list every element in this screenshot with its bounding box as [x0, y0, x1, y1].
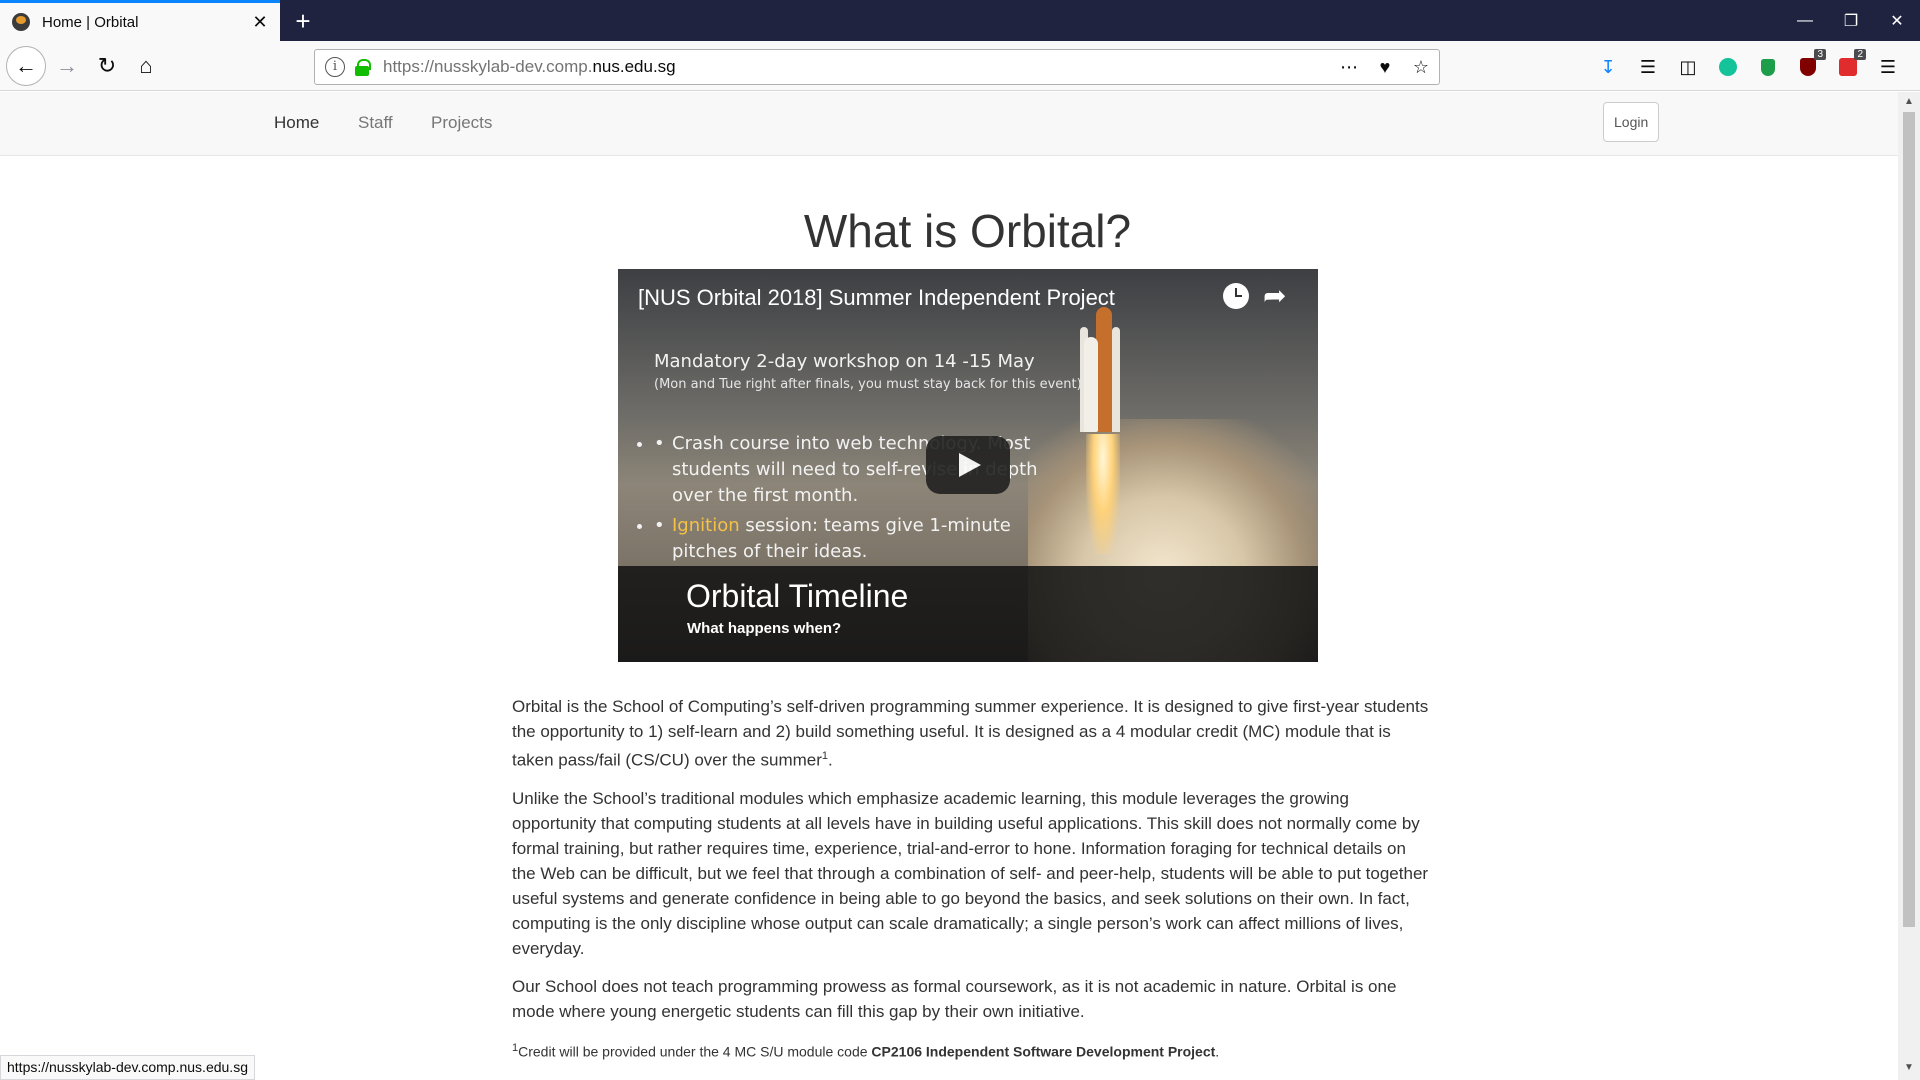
- browser-toolbar: ← → ↻ ⌂ i https://nusskylab-dev.comp.nus…: [0, 41, 1920, 91]
- slide-bullet: Crash course into web technology. Most s…: [654, 431, 1074, 509]
- video-title[interactable]: [NUS Orbital 2018] Summer Independent Pr…: [638, 285, 1115, 311]
- slide-bullets: Crash course into web technology. Most s…: [654, 431, 1074, 569]
- page-content: Orbital is the School of Computing’s sel…: [512, 694, 1430, 1061]
- paragraph-rationale: Unlike the School’s traditional modules …: [512, 788, 1429, 958]
- privacy-badger-icon[interactable]: [1748, 49, 1788, 85]
- url-text[interactable]: https://nusskylab-dev.comp.nus.edu.sg: [383, 57, 1331, 77]
- ublock-badge: 3: [1814, 49, 1826, 60]
- page-title: What is Orbital?: [803, 205, 1132, 257]
- paragraph-initiative: Our School does not teach programming pr…: [512, 976, 1397, 1021]
- extension-badge: 2: [1854, 49, 1866, 60]
- forward-arrow-icon[interactable]: →: [48, 47, 86, 85]
- back-arrow-icon[interactable]: ←: [6, 46, 46, 86]
- tab-close-icon[interactable]: ✕: [246, 12, 274, 33]
- page-viewport: Home Staff Projects Login What is Orbita…: [0, 92, 1898, 1080]
- scroll-up-arrow-icon[interactable]: ▲: [1904, 96, 1914, 107]
- page-actions-icon[interactable]: ⋯: [1331, 57, 1367, 78]
- reload-icon[interactable]: ↻: [88, 47, 126, 85]
- bookmark-star-icon[interactable]: ☆: [1403, 57, 1439, 78]
- scroll-down-arrow-icon[interactable]: ▼: [1904, 1062, 1914, 1073]
- footnote: 1Credit will be provided under the 4 MC …: [512, 1041, 1220, 1060]
- slide-bullet: Ignition session: teams give 1-minute pi…: [654, 513, 1074, 565]
- vertical-scrollbar[interactable]: ▲ ▼: [1898, 92, 1920, 1080]
- share-icon[interactable]: ➦: [1263, 279, 1286, 312]
- sidebar-icon[interactable]: ◫: [1668, 49, 1708, 85]
- home-icon[interactable]: ⌂: [127, 47, 165, 85]
- window-close-icon[interactable]: ✕: [1874, 0, 1920, 41]
- tab-bar: Home | Orbital ✕ + — ❐ ✕: [0, 0, 1920, 41]
- nav-staff[interactable]: Staff: [358, 113, 393, 133]
- site-navbar: Home Staff Projects Login: [0, 92, 1898, 156]
- new-tab-button[interactable]: +: [286, 4, 320, 38]
- hamburger-menu-icon[interactable]: ☰: [1868, 49, 1908, 85]
- slide-heading: Mandatory 2-day workshop on 14 -15 May: [654, 351, 1035, 372]
- band-subtitle: What happens when?: [687, 620, 842, 637]
- play-button-icon[interactable]: [926, 436, 1010, 494]
- nav-home[interactable]: Home: [274, 113, 319, 133]
- paragraph-intro: Orbital is the School of Computing’s sel…: [512, 697, 1429, 770]
- status-bar-url: https://nusskylab-dev.comp.nus.edu.sg: [0, 1055, 255, 1080]
- space-shuttle-image: [1080, 307, 1128, 437]
- band-title: Orbital Timeline: [686, 578, 909, 614]
- youtube-video-embed[interactable]: [NUS Orbital 2018] Summer Independent Pr…: [618, 269, 1318, 662]
- scrollbar-thumb[interactable]: [1903, 112, 1915, 927]
- rocket-flame: [1086, 434, 1120, 554]
- nav-projects[interactable]: Projects: [431, 113, 492, 133]
- browser-tab-active[interactable]: Home | Orbital ✕: [0, 0, 280, 41]
- restore-icon[interactable]: ❐: [1828, 0, 1874, 41]
- library-icon[interactable]: ☰: [1628, 49, 1668, 85]
- pocket-icon[interactable]: ♥: [1367, 57, 1403, 78]
- address-bar[interactable]: i https://nusskylab-dev.comp.nus.edu.sg …: [314, 49, 1440, 85]
- slide-subheading: (Mon and Tue right after finals, you mus…: [654, 377, 1082, 392]
- lock-icon: [355, 59, 371, 76]
- watch-later-icon[interactable]: [1223, 283, 1249, 309]
- video-caption-band: Orbital Timeline What happens when?: [618, 566, 1318, 662]
- downloads-icon[interactable]: ↧: [1588, 49, 1628, 85]
- site-info-icon[interactable]: i: [325, 57, 345, 77]
- extension-red-icon[interactable]: 2: [1828, 49, 1868, 85]
- minimize-icon[interactable]: —: [1782, 0, 1828, 41]
- ublock-origin-icon[interactable]: 3: [1788, 49, 1828, 85]
- tab-title: Home | Orbital: [42, 13, 139, 31]
- grammarly-icon[interactable]: [1708, 49, 1748, 85]
- login-button[interactable]: Login: [1603, 102, 1660, 142]
- orbital-favicon-icon: [12, 13, 30, 31]
